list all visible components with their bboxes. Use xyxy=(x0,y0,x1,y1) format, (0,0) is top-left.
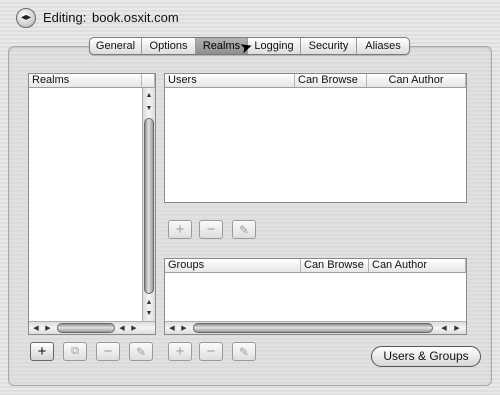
tab-logging[interactable]: Logging xyxy=(248,38,301,54)
tab-general[interactable]: General xyxy=(90,38,142,54)
add-realm-button[interactable]: + xyxy=(30,342,54,361)
can-browse-column-header[interactable]: Can Browse xyxy=(295,74,367,88)
groups-horizontal-scrollbar[interactable]: ◀ ▶ ◀ ▶ xyxy=(165,321,466,334)
realms-list[interactable]: Realms ▲ ▼ ▲ ▼ ◀ ▶ ◀ ▶ xyxy=(28,73,156,335)
groups-horizontal-scroll-thumb[interactable] xyxy=(193,323,433,333)
realms-column-header[interactable]: Realms xyxy=(29,74,142,88)
duplicate-realm-button[interactable]: ⧉ xyxy=(63,342,87,361)
add-user-button[interactable]: + xyxy=(168,220,192,239)
groups-table[interactable]: Groups Can Browse Can Author ◀ ▶ ◀ ▶ xyxy=(164,258,467,335)
users-column-header[interactable]: Users xyxy=(165,74,295,88)
edit-group-button[interactable]: ✎ xyxy=(232,342,256,361)
can-browse-column-header[interactable]: Can Browse xyxy=(301,259,369,273)
host-name: book.osxit.com xyxy=(92,10,179,25)
back-forward-icon[interactable]: ◂▸ xyxy=(16,8,36,28)
tab-options[interactable]: Options xyxy=(142,38,196,54)
tab-security[interactable]: Security xyxy=(301,38,357,54)
users-table[interactable]: Users Can Browse Can Author xyxy=(164,73,467,203)
scroll-left-arrow-icon[interactable]: ◀ xyxy=(31,325,41,332)
pencil-icon: ✎ xyxy=(238,222,250,237)
pencil-icon: ✎ xyxy=(238,344,250,359)
realms-vertical-scrollbar[interactable]: ▲ ▼ ▲ ▼ xyxy=(142,88,155,321)
realms-horizontal-scroll-thumb[interactable] xyxy=(57,323,115,333)
scroll-right-arrow-icon[interactable]: ▶ xyxy=(452,325,462,332)
pencil-icon: ✎ xyxy=(135,344,147,359)
scroll-up-arrow-icon[interactable]: ▲ xyxy=(144,92,154,99)
edit-user-button[interactable]: ✎ xyxy=(232,220,256,239)
can-author-column-header[interactable]: Can Author xyxy=(369,259,466,273)
scroll-left-arrow-icon[interactable]: ◀ xyxy=(117,325,127,332)
scroll-right-arrow-icon[interactable]: ▶ xyxy=(179,325,189,332)
edit-realm-button[interactable]: ✎ xyxy=(129,342,153,361)
realms-vertical-scroll-thumb[interactable] xyxy=(144,118,154,294)
users-and-groups-button[interactable]: Users & Groups xyxy=(371,346,481,367)
realms-horizontal-scrollbar[interactable]: ◀ ▶ ◀ ▶ xyxy=(29,321,155,334)
scroll-right-arrow-icon[interactable]: ▶ xyxy=(43,325,53,332)
scroll-up-arrow-icon[interactable]: ▲ xyxy=(144,299,154,306)
scroll-left-arrow-icon[interactable]: ◀ xyxy=(439,325,449,332)
scroll-down-arrow-icon[interactable]: ▼ xyxy=(144,105,154,112)
add-group-button[interactable]: + xyxy=(168,342,192,361)
duplicate-icon: ⧉ xyxy=(71,345,79,357)
scroll-down-arrow-icon[interactable]: ▼ xyxy=(144,310,154,317)
corner-header xyxy=(142,74,155,88)
remove-user-button[interactable]: − xyxy=(199,220,223,239)
remove-realm-button[interactable]: − xyxy=(96,342,120,361)
scroll-right-arrow-icon[interactable]: ▶ xyxy=(129,325,139,332)
scroll-left-arrow-icon[interactable]: ◀ xyxy=(167,325,177,332)
remove-group-button[interactable]: − xyxy=(199,342,223,361)
tab-aliases[interactable]: Aliases xyxy=(357,38,409,54)
groups-column-header[interactable]: Groups xyxy=(165,259,301,273)
can-author-column-header[interactable]: Can Author xyxy=(367,74,466,88)
editing-label: Editing: xyxy=(43,10,87,25)
